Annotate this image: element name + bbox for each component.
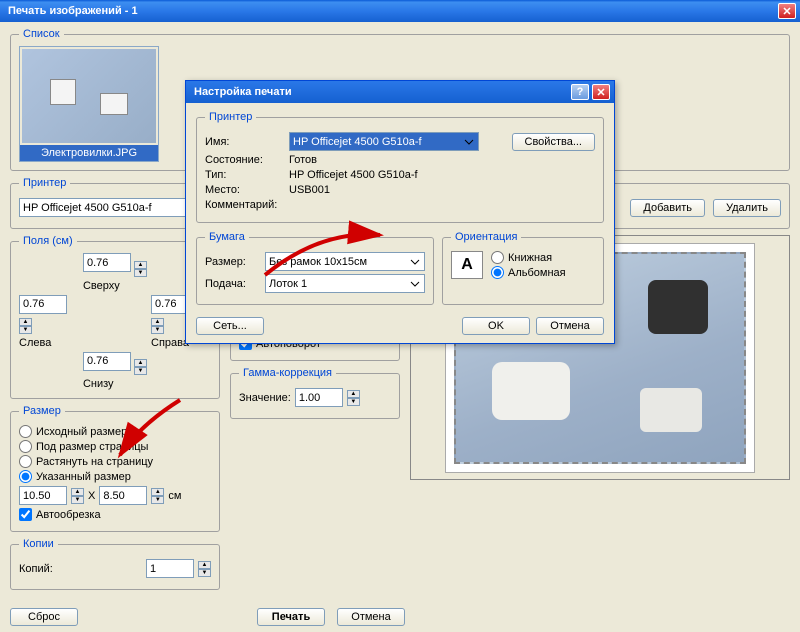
margin-left-input[interactable] — [19, 295, 67, 314]
orientation-icon: A — [451, 251, 483, 279]
thumbnail-image — [22, 49, 156, 143]
copies-legend: Копии — [19, 538, 58, 550]
gamma-fieldset: Гамма-коррекция Значение: ▲▼ — [230, 367, 400, 419]
properties-button[interactable]: Свойства... — [512, 133, 595, 151]
dlg-place-label: Место: — [205, 184, 285, 196]
dlg-papersize-label: Размер: — [205, 256, 261, 268]
radio-fit-page[interactable]: Под размер страницы — [19, 440, 211, 453]
dlg-type-value: HP Officejet 4500 G510a-f — [289, 169, 418, 181]
window-title: Печать изображений - 1 — [4, 5, 778, 17]
margin-bottom-spin[interactable]: ▲▼ — [134, 359, 147, 375]
main-titlebar: Печать изображений - 1 ✕ — [0, 0, 800, 22]
dlg-orient-fieldset: Ориентация A Книжная Альбомная — [442, 231, 604, 305]
dlg-papersize-select[interactable]: Без рамок 10x15см — [265, 252, 425, 271]
margin-bottom-label: Снизу — [83, 378, 147, 390]
dlg-paper-legend: Бумага — [205, 231, 249, 243]
dlg-radio-portrait[interactable]: Книжная — [491, 251, 566, 264]
printer-name-input[interactable] — [19, 198, 209, 217]
dlg-radio-landscape[interactable]: Альбомная — [491, 266, 566, 279]
thumbnail-item[interactable]: Электровилки.JPG — [19, 46, 159, 162]
help-icon[interactable]: ? — [571, 84, 589, 100]
custom-height-input[interactable] — [99, 486, 147, 505]
dlg-printer-fieldset: Принтер Имя: HP Officejet 4500 G510a-f С… — [196, 111, 604, 223]
margin-left-label: Слева — [19, 337, 79, 349]
autocrop-checkbox[interactable]: Автообрезка — [19, 508, 211, 521]
list-legend: Список — [19, 28, 64, 40]
radio-original-size[interactable]: Исходный размер — [19, 425, 211, 438]
margins-legend: Поля (см) — [19, 235, 77, 247]
print-button[interactable]: Печать — [257, 608, 325, 626]
dialog-titlebar: Настройка печати ? ✕ — [186, 81, 614, 103]
margin-top-spin[interactable]: ▲▼ — [134, 261, 147, 277]
ok-button[interactable]: OK — [462, 317, 530, 335]
copies-label: Копий: — [19, 563, 53, 575]
dlg-place-value: USB001 — [289, 184, 330, 196]
close-icon[interactable]: ✕ — [778, 3, 796, 19]
dlg-feed-select[interactable]: Лоток 1 — [265, 274, 425, 293]
dlg-feed-label: Подача: — [205, 278, 261, 290]
network-button[interactable]: Сеть... — [196, 317, 264, 335]
dlg-paper-fieldset: Бумага Размер: Без рамок 10x15см Подача:… — [196, 231, 434, 305]
dlg-printer-select[interactable]: HP Officejet 4500 G510a-f — [289, 132, 479, 151]
dlg-cancel-button[interactable]: Отмена — [536, 317, 604, 335]
gamma-legend: Гамма-коррекция — [239, 367, 336, 379]
printer-legend: Принтер — [19, 177, 70, 189]
margin-top-label: Сверху — [83, 280, 147, 292]
reset-button[interactable]: Сброс — [10, 608, 78, 626]
delete-button[interactable]: Удалить — [713, 199, 781, 217]
margin-bottom-input[interactable] — [83, 352, 131, 371]
dialog-close-icon[interactable]: ✕ — [592, 84, 610, 100]
size-x-label: X — [88, 490, 95, 502]
print-setup-dialog: Настройка печати ? ✕ Принтер Имя: HP Off… — [185, 80, 615, 344]
copies-fieldset: Копии Копий: ▲▼ — [10, 538, 220, 590]
dlg-state-value: Готов — [289, 154, 317, 166]
thumbnail-label: Электровилки.JPG — [20, 145, 158, 161]
radio-stretch[interactable]: Растянуть на страницу — [19, 455, 211, 468]
dialog-title: Настройка печати — [190, 86, 571, 98]
dlg-orient-legend: Ориентация — [451, 231, 521, 243]
margin-right-spin[interactable]: ▲▼ — [151, 318, 164, 334]
gamma-label: Значение: — [239, 392, 291, 404]
radio-custom-size[interactable]: Указанный размер — [19, 470, 211, 483]
copies-spin[interactable]: ▲▼ — [198, 561, 211, 577]
margin-top-input[interactable] — [83, 253, 131, 272]
dlg-name-label: Имя: — [205, 136, 285, 148]
size-unit-label: см — [168, 490, 181, 502]
dlg-printer-legend: Принтер — [205, 111, 256, 123]
custom-height-spin[interactable]: ▲▼ — [151, 488, 164, 504]
gamma-input[interactable] — [295, 388, 343, 407]
copies-input[interactable] — [146, 559, 194, 578]
dlg-type-label: Тип: — [205, 169, 285, 181]
size-fieldset: Размер Исходный размер Под размер страни… — [10, 405, 220, 532]
size-legend: Размер — [19, 405, 65, 417]
dlg-comment-label: Комментарий: — [205, 199, 285, 211]
dlg-state-label: Состояние: — [205, 154, 285, 166]
gamma-spin[interactable]: ▲▼ — [347, 390, 360, 406]
cancel-button[interactable]: Отмена — [337, 608, 405, 626]
custom-width-input[interactable] — [19, 486, 67, 505]
custom-width-spin[interactable]: ▲▼ — [71, 488, 84, 504]
margin-left-spin[interactable]: ▲▼ — [19, 318, 32, 334]
add-button[interactable]: Добавить — [630, 199, 705, 217]
